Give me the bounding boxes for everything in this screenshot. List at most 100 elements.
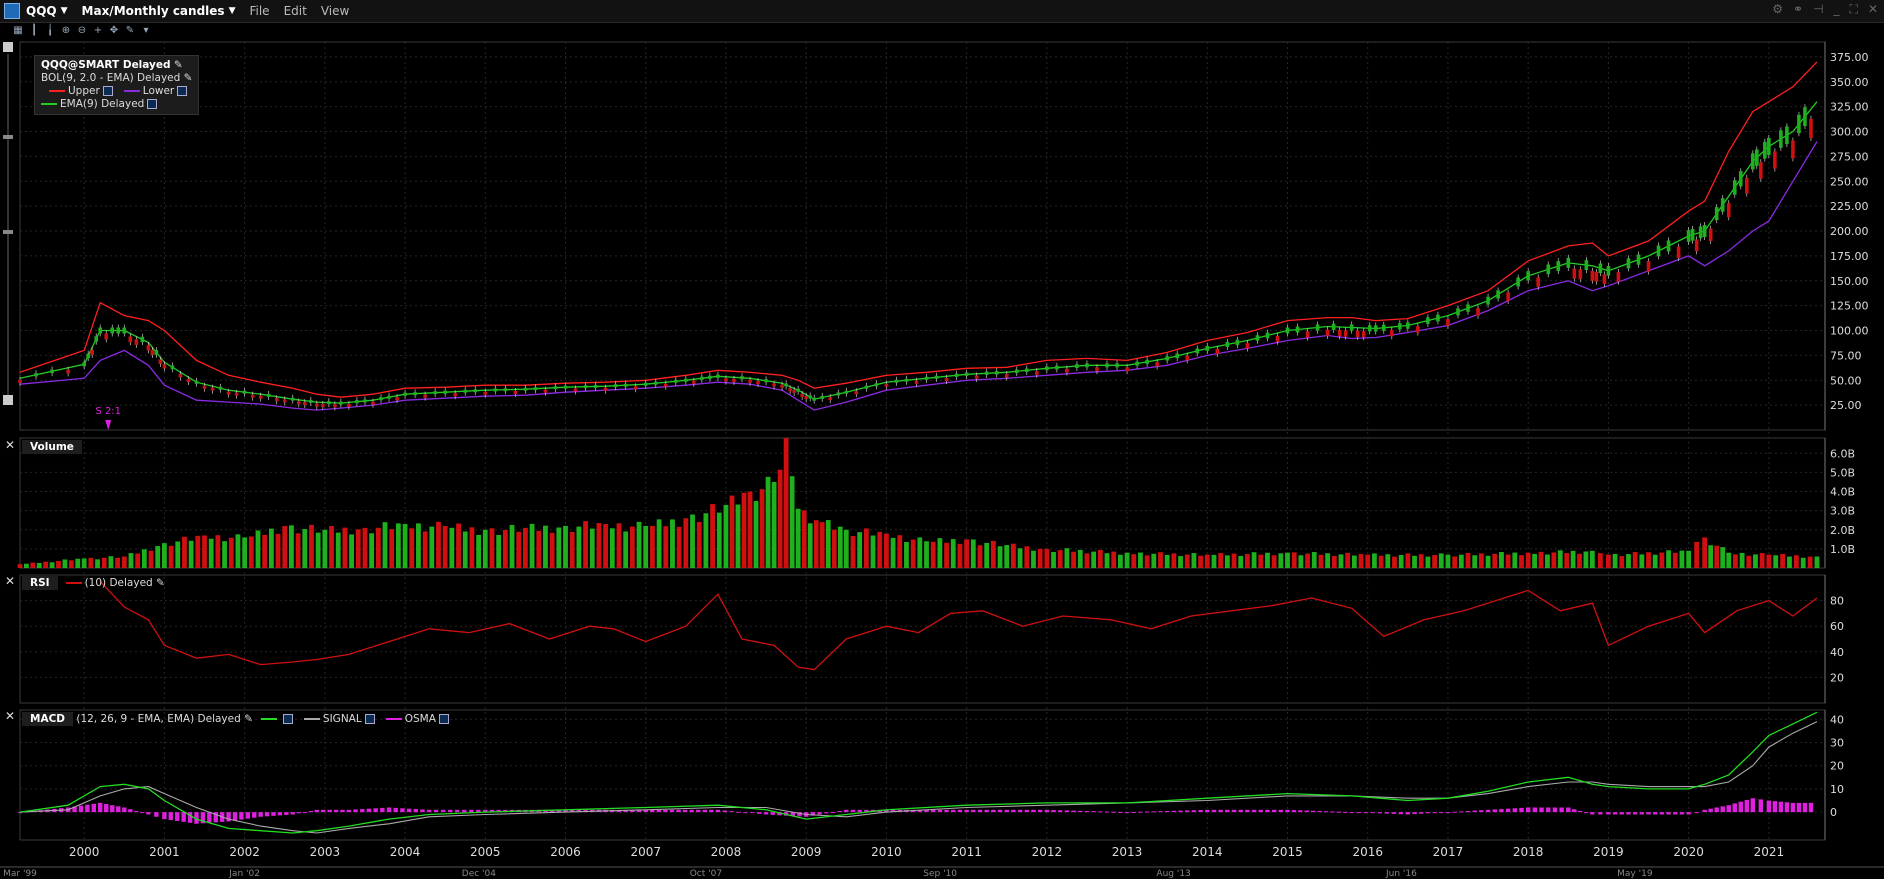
volume-bar (603, 524, 609, 568)
volume-bar (295, 533, 301, 568)
candle-body (513, 390, 518, 394)
candle-body (186, 378, 191, 383)
volume-bar (1184, 554, 1190, 568)
candle-body (493, 388, 498, 392)
osma-bar (128, 809, 133, 813)
date-marker-label: Sep '10 (923, 869, 957, 879)
edit-icon[interactable]: ✎ (156, 577, 165, 589)
edit-icon[interactable]: ✎ (184, 72, 193, 84)
candle-body (1686, 230, 1691, 242)
candle-body (1381, 324, 1386, 331)
close-volume-icon[interactable]: ✕ (4, 439, 16, 451)
signal-checkbox[interactable] (364, 714, 375, 724)
upper-checkbox[interactable] (102, 86, 113, 96)
macd-checkbox[interactable] (282, 714, 293, 724)
volume-bar (1525, 552, 1531, 568)
volume-bar (676, 526, 682, 568)
price-panel: 375.00 350.00 325.00 300.00 275.00 250.00 225.… (18, 51, 1869, 412)
year-label: 2002 (229, 845, 260, 859)
volume-bar (215, 535, 221, 568)
candle-body (150, 349, 155, 355)
date-marker-label: Dec '04 (462, 869, 496, 879)
edit-icon[interactable]: ✎ (244, 713, 253, 725)
lower-swatch (123, 90, 140, 92)
osma-bar (1439, 812, 1444, 814)
ema-checkbox[interactable] (147, 99, 158, 109)
volume-bar (670, 519, 675, 568)
candle-body (1367, 325, 1372, 332)
volume-bar (115, 557, 121, 568)
volume-bar (1024, 546, 1030, 568)
volume-bar (1358, 554, 1364, 568)
osma-checkbox[interactable] (438, 714, 449, 724)
osma-bar (709, 809, 714, 813)
volume-bar (1158, 552, 1163, 568)
volume-bar (1538, 551, 1544, 568)
volume-bar (1351, 555, 1357, 568)
osma-bar (207, 812, 212, 823)
osma-bar (1164, 810, 1170, 813)
osma-bar (386, 807, 392, 813)
volume-bar (1597, 553, 1603, 568)
volume-tag: Volume (22, 440, 82, 454)
y-tick-label: 50.00 (1830, 374, 1862, 387)
volume-bar (68, 560, 74, 568)
lower-checkbox[interactable] (177, 86, 188, 96)
volume-bar (75, 558, 81, 568)
osma-bar (669, 809, 675, 813)
volume-bar (56, 560, 61, 568)
candle-body (1275, 335, 1280, 342)
volume-panel: 6.0B 5.0B 4.0B 3.0B 2.0B 1.0B (17, 438, 1855, 568)
osma-bar (1317, 810, 1322, 813)
volume-bar (1398, 555, 1404, 568)
close-macd-icon[interactable]: ✕ (4, 710, 16, 722)
candle-body (202, 385, 207, 389)
osma-bar (1732, 803, 1737, 813)
candle-body (884, 383, 889, 387)
volume-bar (1117, 554, 1123, 568)
osma-bar (426, 809, 432, 813)
candle-body (1337, 330, 1342, 337)
close-rsi-icon[interactable]: ✕ (4, 575, 16, 587)
candle-body (874, 383, 879, 387)
candle-body (1331, 323, 1336, 330)
volume-bar (402, 524, 408, 568)
volume-bar (703, 513, 709, 568)
osma-bar (1758, 799, 1764, 813)
osma-bar (1178, 810, 1183, 813)
volume-bar (984, 542, 990, 568)
volume-bar (135, 553, 141, 568)
volume-bar (747, 491, 753, 568)
chart-canvas[interactable]: 375.00 350.00 325.00 300.00 275.00 250.00 225.… (0, 0, 1884, 879)
osma-bar (122, 807, 127, 813)
y-tick-label: 20 (1830, 671, 1844, 684)
osma-bar (696, 809, 701, 813)
volume-bar (489, 528, 495, 568)
osma-bar (944, 809, 949, 813)
osma-bar (1330, 811, 1335, 813)
candle-body (266, 393, 271, 397)
volume-bar (1378, 555, 1384, 568)
candle-body (1305, 331, 1310, 338)
volume-bar (1485, 555, 1491, 568)
osma-bar (1492, 809, 1497, 813)
rsi-line (99, 580, 1818, 671)
candle-body (258, 395, 263, 399)
candle-body (854, 391, 859, 395)
candle-body (122, 327, 127, 334)
volume-bar (1425, 556, 1431, 568)
osma-bar (830, 812, 836, 814)
candle-body (1055, 365, 1059, 370)
candle-body (154, 350, 159, 355)
osma-bar (1525, 807, 1531, 813)
volume-bar (1318, 554, 1324, 568)
y-tick-label: 175.00 (1830, 250, 1869, 263)
candle-body (1578, 269, 1583, 280)
osma-bar (232, 812, 238, 821)
candle-body (553, 386, 558, 390)
edit-icon[interactable]: ✎ (174, 59, 183, 71)
candle-body (944, 377, 949, 382)
candle-body (784, 383, 788, 387)
candle-body (708, 375, 712, 379)
volume-bar (1331, 555, 1337, 568)
